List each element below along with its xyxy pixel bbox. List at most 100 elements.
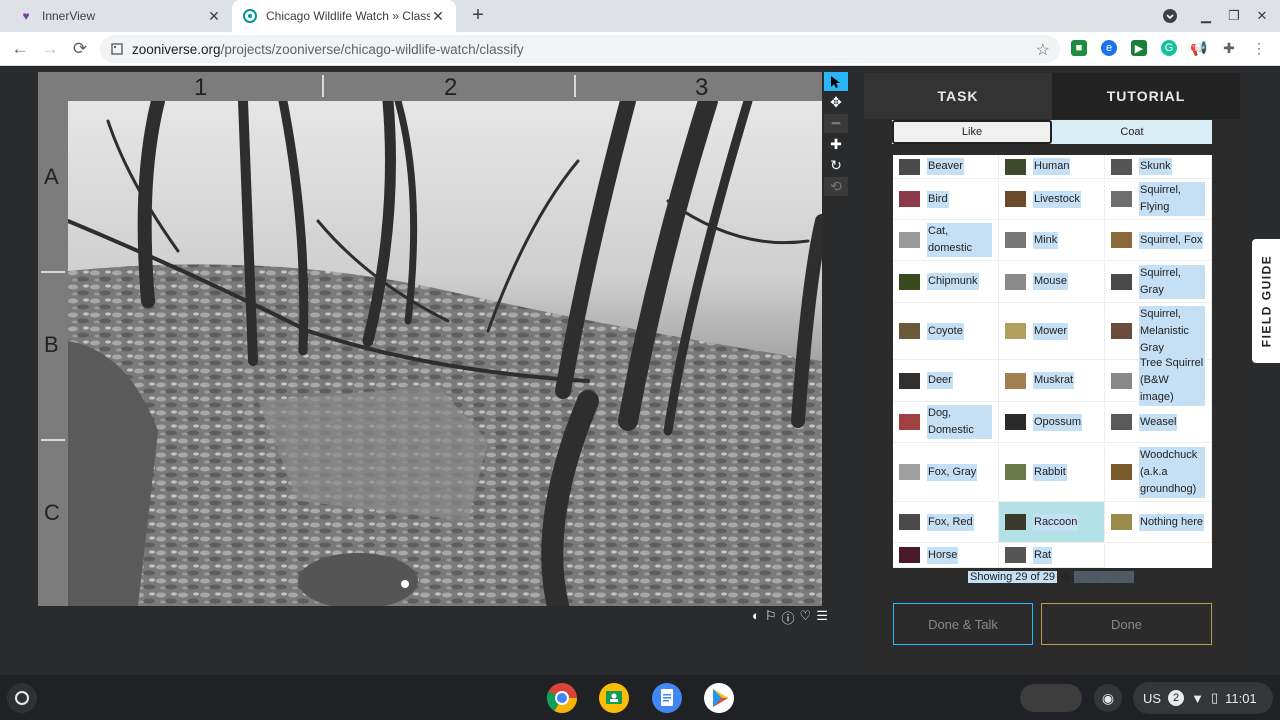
grid-column-label: 2 bbox=[444, 74, 458, 101]
species-label: Nothing here bbox=[1139, 513, 1204, 531]
done-and-talk-button[interactable]: Done & Talk bbox=[893, 603, 1033, 645]
extension-blue-icon[interactable]: e bbox=[1101, 40, 1117, 56]
done-button[interactable]: Done bbox=[1041, 603, 1212, 645]
address-bar[interactable]: zooniverse.org/projects/zooniverse/chica… bbox=[100, 35, 1060, 63]
play-store-icon[interactable] bbox=[703, 682, 735, 714]
species-thumbnail bbox=[899, 191, 920, 207]
species-label: Beaver bbox=[927, 158, 964, 175]
screen-capture-icon[interactable]: ◉ bbox=[1094, 684, 1122, 712]
system-tray[interactable]: US 2 ▼ ▯ 11:01 bbox=[1133, 682, 1273, 714]
tab-tutorial[interactable]: TUTORIAL bbox=[1052, 73, 1240, 119]
rotate-icon[interactable]: ↻ bbox=[824, 156, 848, 175]
species-label: Mink bbox=[1033, 231, 1059, 249]
pointer-icon[interactable] bbox=[824, 72, 848, 91]
species-choice[interactable]: Dog, Domestic bbox=[893, 402, 999, 443]
species-choice[interactable]: Cat, domestic bbox=[893, 220, 999, 261]
species-choice[interactable]: Mouse bbox=[999, 261, 1105, 303]
species-thumbnail bbox=[899, 372, 920, 389]
close-tab-icon[interactable]: ✕ bbox=[206, 8, 222, 25]
back-icon[interactable]: ← bbox=[7, 36, 33, 62]
bookmark-star-icon[interactable]: ☆ bbox=[1036, 40, 1050, 60]
species-thumbnail bbox=[899, 158, 920, 175]
species-choice[interactable]: Rat bbox=[999, 543, 1105, 568]
sort-like-button[interactable]: Like bbox=[892, 120, 1052, 144]
species-thumbnail bbox=[899, 414, 920, 430]
chrome-icon[interactable] bbox=[546, 682, 578, 714]
restore-icon[interactable]: ❐ bbox=[1220, 0, 1248, 32]
collections-icon[interactable]: ☰ bbox=[816, 608, 828, 624]
tab-search-icon[interactable] bbox=[1156, 0, 1184, 32]
species-choice[interactable]: Bird bbox=[893, 179, 999, 220]
camera-trap-image[interactable] bbox=[68, 101, 822, 606]
grid-divider bbox=[322, 75, 324, 97]
minimize-icon[interactable]: ▁ bbox=[1192, 0, 1220, 32]
species-choice[interactable]: Raccoon bbox=[999, 502, 1105, 543]
puzzle-icon[interactable]: ✚ bbox=[1221, 40, 1237, 56]
close-window-icon[interactable]: ✕ bbox=[1248, 0, 1276, 32]
google-classroom-icon[interactable] bbox=[598, 682, 630, 714]
species-choice[interactable]: Mower bbox=[999, 303, 1105, 360]
species-choice[interactable]: Coyote bbox=[893, 303, 999, 360]
subject-viewer: 1 2 3 A B C bbox=[38, 72, 822, 606]
tab-chicago-wildlife-watch[interactable]: Chicago Wildlife Watch » Classif ✕ bbox=[232, 0, 456, 32]
species-thumbnail bbox=[1111, 514, 1132, 530]
site-info-icon[interactable] bbox=[110, 42, 124, 56]
species-choice[interactable]: Squirrel, Melanistic Gray bbox=[1105, 303, 1212, 360]
launcher-icon[interactable] bbox=[7, 683, 37, 713]
megaphone-icon[interactable]: 📢 bbox=[1190, 40, 1208, 56]
species-choice[interactable]: Livestock bbox=[999, 179, 1105, 220]
move-icon[interactable]: ✥ bbox=[824, 93, 848, 112]
sort-coat-button[interactable]: Coat bbox=[1052, 120, 1212, 144]
zoom-out-icon[interactable]: ━ bbox=[824, 114, 848, 133]
holding-space-thumbnails[interactable] bbox=[1020, 684, 1082, 712]
species-choice[interactable]: Horse bbox=[893, 543, 999, 568]
field-guide-label: FIELD GUIDE bbox=[1259, 254, 1274, 348]
species-label: Rabbit bbox=[1033, 463, 1067, 481]
species-choice[interactable]: Squirrel, Fox bbox=[1105, 220, 1212, 261]
menu-more-icon[interactable]: ⋮ bbox=[1251, 40, 1267, 56]
info-icon[interactable]: ⓘ bbox=[782, 608, 795, 626]
species-choice[interactable]: Chipmunk bbox=[893, 261, 999, 303]
species-choice[interactable]: Woodchuck (a.k.a groundhog) bbox=[1105, 443, 1212, 502]
species-label: Squirrel, Gray bbox=[1139, 264, 1205, 299]
species-choice[interactable]: Nothing here bbox=[1105, 502, 1212, 543]
species-thumbnail bbox=[1005, 414, 1026, 430]
species-choice[interactable]: Tree Squirrel (B&W image) bbox=[1105, 355, 1212, 406]
species-choice[interactable]: Human bbox=[999, 155, 1105, 179]
reset-icon[interactable]: ⟲ bbox=[824, 177, 848, 196]
tab-innerview[interactable]: ♥ InnerView ✕ bbox=[8, 0, 232, 32]
species-label: Weasel bbox=[1139, 413, 1178, 431]
tab-task[interactable]: TASK bbox=[864, 73, 1052, 119]
species-choice[interactable]: Muskrat bbox=[999, 360, 1105, 402]
flag-icon[interactable]: ⚐ bbox=[765, 608, 777, 624]
species-choice[interactable]: Beaver bbox=[893, 155, 999, 179]
species-choice[interactable]: Mink bbox=[999, 220, 1105, 261]
grammarly-icon[interactable]: G bbox=[1161, 40, 1177, 56]
species-choice[interactable]: Squirrel, Flying bbox=[1105, 179, 1212, 220]
field-guide-button[interactable]: FIELD GUIDE bbox=[1252, 239, 1280, 363]
species-choice[interactable]: Opossum bbox=[999, 402, 1105, 443]
zooniverse-icon bbox=[242, 8, 258, 24]
species-choice[interactable]: Fox, Gray bbox=[893, 443, 999, 502]
close-tab-icon[interactable]: ✕ bbox=[430, 8, 446, 25]
species-label: Muskrat bbox=[1033, 372, 1075, 389]
species-choice[interactable]: Skunk bbox=[1105, 155, 1212, 179]
tab-title: InnerView bbox=[42, 9, 96, 23]
heart-icon[interactable]: ♡ bbox=[800, 608, 812, 624]
extension-green-icon[interactable]: ▶ bbox=[1131, 40, 1147, 56]
forward-icon[interactable]: → bbox=[37, 36, 63, 62]
species-choice[interactable]: Deer bbox=[893, 360, 999, 402]
species-choice[interactable]: Squirrel, Gray bbox=[1105, 261, 1212, 303]
species-choice[interactable]: Fox, Red bbox=[893, 502, 999, 543]
google-docs-icon[interactable] bbox=[651, 682, 683, 714]
species-choice[interactable]: Weasel bbox=[1105, 402, 1212, 443]
clear-filters-link[interactable]: Clear filters bbox=[1074, 571, 1134, 583]
species-label: Mower bbox=[1033, 322, 1069, 340]
species-choice[interactable]: Rabbit bbox=[999, 443, 1105, 502]
invert-icon[interactable]: ◐ bbox=[752, 608, 760, 624]
zoom-in-icon[interactable]: ✚ bbox=[824, 135, 848, 154]
reload-icon[interactable]: ⟳ bbox=[67, 36, 93, 62]
new-tab-button[interactable]: + bbox=[466, 4, 490, 28]
google-classroom-icon[interactable]: ■ bbox=[1071, 40, 1087, 56]
species-thumbnail bbox=[899, 547, 920, 563]
